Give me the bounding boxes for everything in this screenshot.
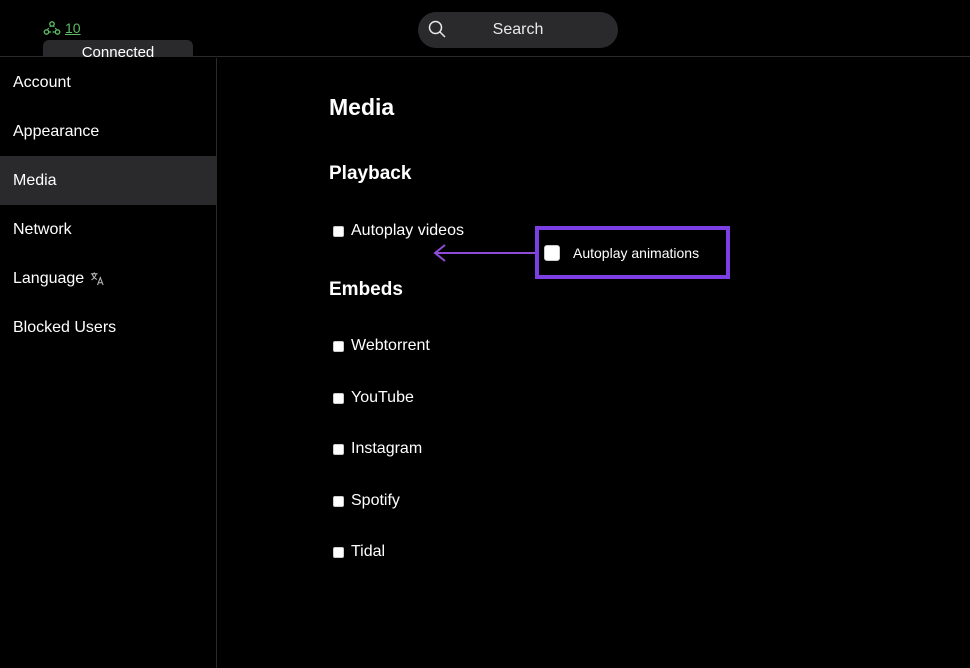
youtube-option[interactable]: YouTube (333, 389, 414, 407)
option-label: Instagram (351, 440, 423, 457)
sidebar-item-label: Media (13, 171, 57, 189)
autoplay-animations-callout[interactable]: Autoplay animations (535, 226, 730, 279)
sidebar-item-label: Appearance (13, 122, 100, 140)
sidebar-item-language[interactable]: Language (0, 254, 216, 303)
spotify-checkbox[interactable] (333, 495, 344, 507)
option-label: Autoplay videos (351, 222, 464, 239)
top-bar: 10 Connected Search (0, 0, 970, 57)
playback-heading: Playback (329, 163, 412, 184)
sidebar-item-label: Network (13, 220, 72, 238)
webtorrent-checkbox[interactable] (333, 340, 344, 352)
instagram-checkbox[interactable] (333, 443, 344, 455)
translate-icon (91, 272, 104, 286)
sidebar-item-blocked-users[interactable]: Blocked Users (0, 303, 216, 352)
instagram-option[interactable]: Instagram (333, 440, 422, 458)
search-icon (428, 20, 446, 38)
embeds-heading: Embeds (329, 279, 403, 300)
tidal-option[interactable]: Tidal (333, 543, 385, 561)
connection-status-tooltip: Connected (43, 40, 193, 57)
option-label: YouTube (351, 389, 414, 406)
peers-icon (43, 21, 61, 35)
sidebar-item-label: Account (13, 73, 71, 91)
search-label: Search (492, 21, 544, 38)
callout-label: Autoplay animations (573, 244, 700, 261)
sidebar-item-appearance[interactable]: Appearance (0, 107, 216, 156)
sidebar-item-network[interactable]: Network (0, 205, 216, 254)
sidebar-item-label: Language (13, 269, 85, 287)
webtorrent-option[interactable]: Webtorrent (333, 337, 430, 355)
autoplay-videos-option[interactable]: Autoplay videos (333, 222, 464, 240)
option-label: Webtorrent (351, 337, 430, 354)
sidebar-item-label: Blocked Users (13, 318, 117, 336)
option-label: Tidal (351, 543, 386, 560)
peer-count[interactable]: 10 (65, 20, 81, 36)
youtube-checkbox[interactable] (333, 392, 344, 404)
search-button[interactable]: Search (418, 12, 618, 48)
page-title: Media (329, 94, 395, 120)
peer-indicator[interactable]: 10 (43, 20, 81, 36)
autoplay-animations-checkbox[interactable] (544, 244, 560, 261)
spotify-option[interactable]: Spotify (333, 492, 400, 510)
callout-arrow-icon (433, 244, 536, 262)
sidebar-item-media[interactable]: Media (0, 156, 216, 205)
autoplay-videos-checkbox[interactable] (333, 225, 344, 237)
settings-sidebar: Account Appearance Media Network Languag… (0, 58, 217, 668)
tidal-checkbox[interactable] (333, 546, 344, 558)
sidebar-item-account[interactable]: Account (0, 58, 216, 107)
option-label: Spotify (351, 492, 400, 509)
